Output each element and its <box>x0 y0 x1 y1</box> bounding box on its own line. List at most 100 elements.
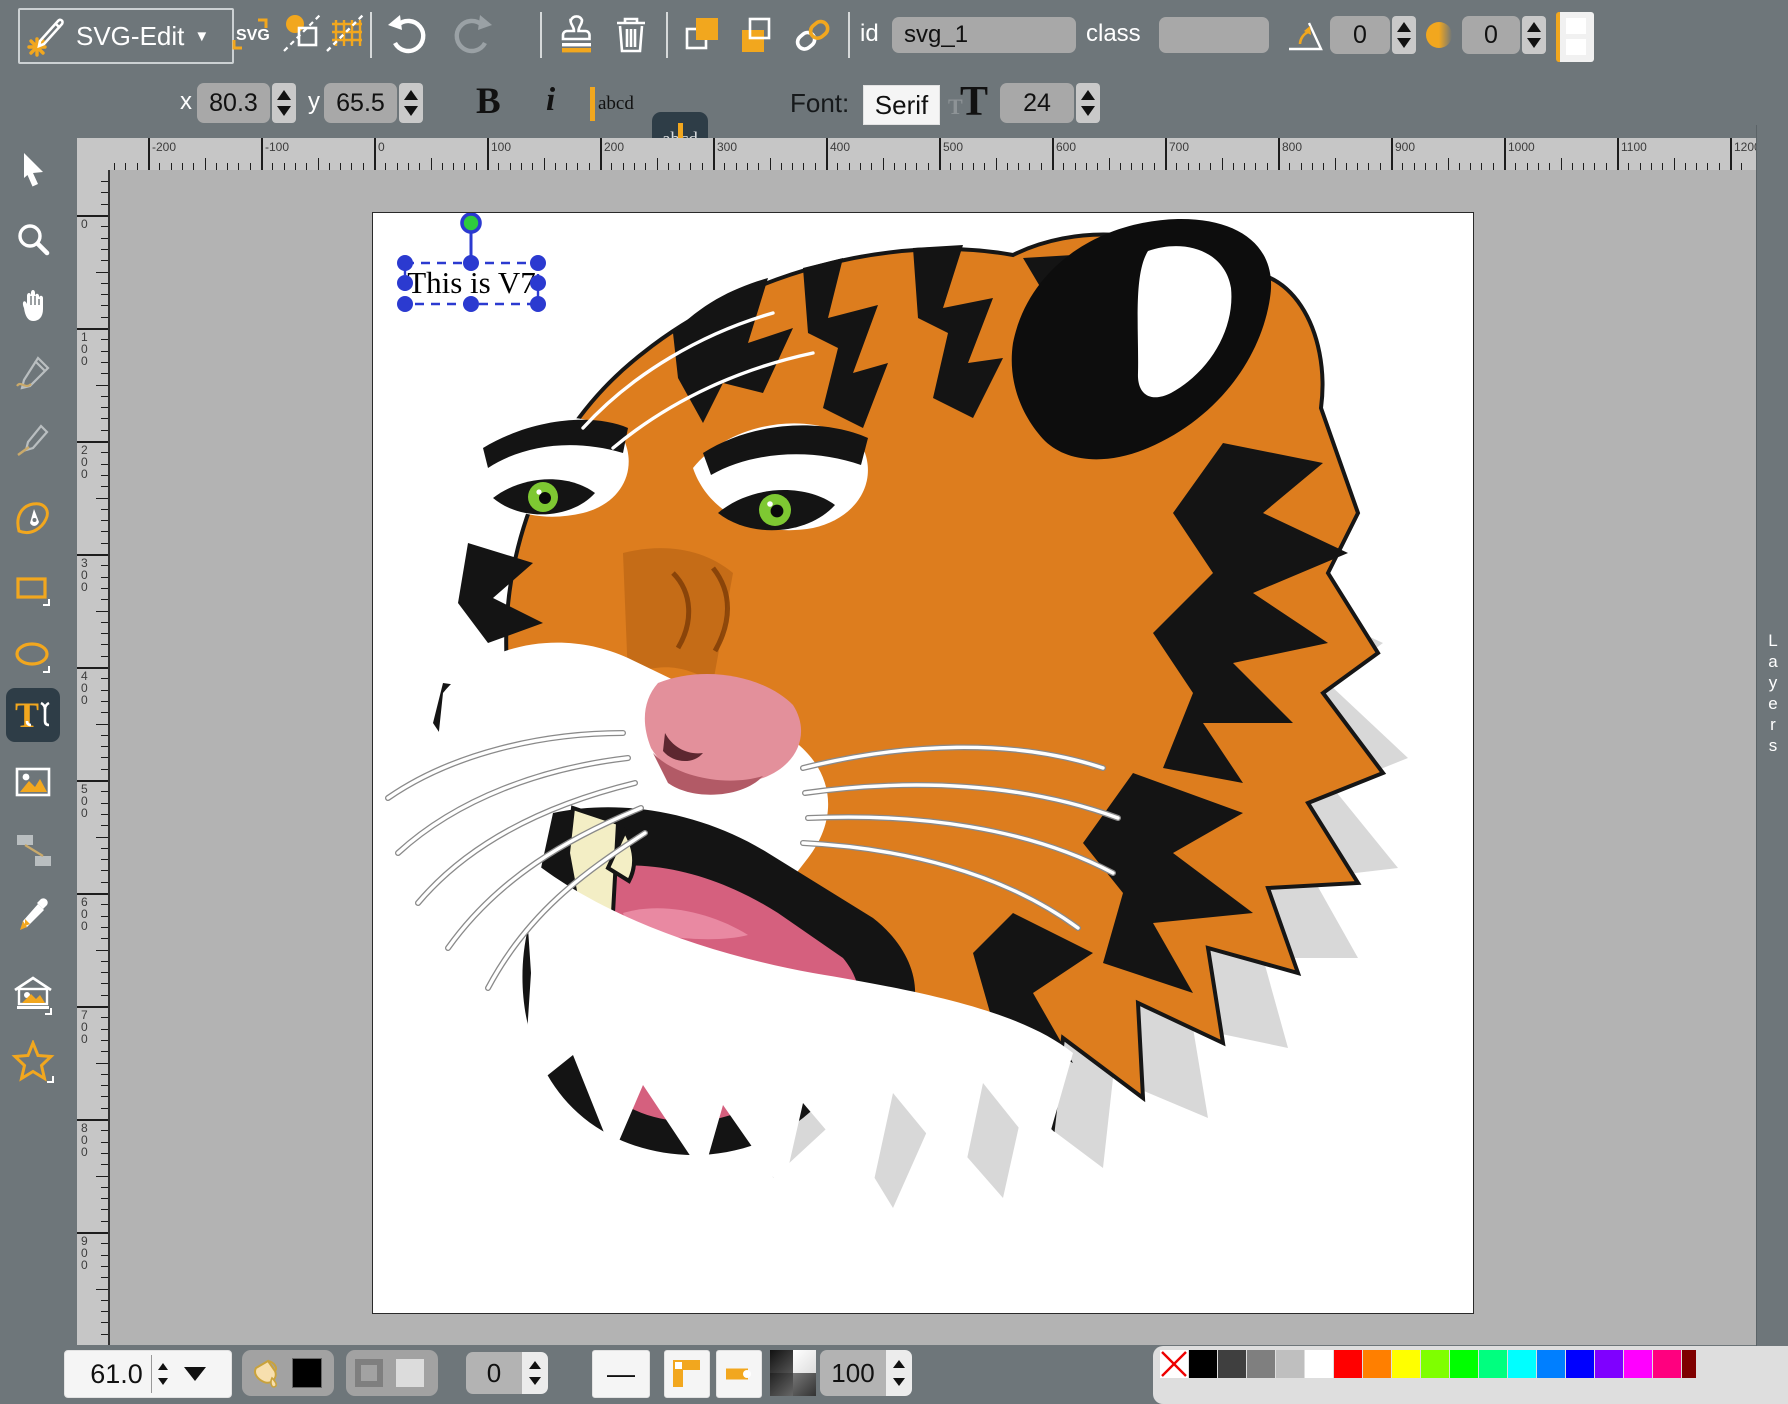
id-label: id <box>860 20 879 48</box>
opacity-spinner[interactable] <box>886 1350 912 1396</box>
palette-swatch[interactable] <box>1450 1350 1478 1378</box>
palette-swatch[interactable] <box>1421 1350 1449 1378</box>
stroke-width-field[interactable]: 0 <box>466 1352 522 1394</box>
palette-swatch[interactable] <box>1508 1350 1536 1378</box>
stroke-color-widget[interactable] <box>346 1350 438 1396</box>
zoom-tool[interactable] <box>11 218 55 262</box>
blur-spinner[interactable] <box>1522 16 1546 54</box>
h-ruler-label: 900 <box>1395 140 1415 154</box>
move-top-icon[interactable] <box>681 13 725 57</box>
h-ruler-label: -100 <box>265 140 289 154</box>
canvas-text-element[interactable]: This is V7 <box>403 265 540 301</box>
grid-icon[interactable] <box>324 10 368 54</box>
toolbar-separator <box>848 12 850 58</box>
redo-icon[interactable] <box>450 13 494 57</box>
shapes-icon[interactable] <box>280 11 324 55</box>
font-size-spinner[interactable] <box>1076 83 1100 123</box>
clone-icon[interactable] <box>554 13 598 57</box>
library-tool[interactable] <box>11 973 55 1017</box>
h-ruler-label: 400 <box>830 140 850 154</box>
zoom-widget[interactable]: 61.0 <box>64 1350 232 1398</box>
linecap-button[interactable] <box>716 1350 762 1398</box>
blur-field[interactable]: 0 <box>1462 16 1520 54</box>
zoom-value: 61.0 <box>90 1359 143 1390</box>
palette-swatch[interactable] <box>1595 1350 1623 1378</box>
move-bottom-icon[interactable] <box>735 13 779 57</box>
x-label: x <box>180 88 192 116</box>
line-tool[interactable] <box>11 418 55 462</box>
linejoin-button[interactable] <box>664 1350 710 1398</box>
fill-color-widget[interactable] <box>242 1350 334 1396</box>
v-ruler-label: 3 0 0 <box>81 557 88 593</box>
path-tool[interactable] <box>11 496 55 540</box>
panel-icon[interactable] <box>1556 12 1594 62</box>
y-spinner[interactable] <box>399 83 423 123</box>
select-tool[interactable] <box>11 148 55 192</box>
palette-swatch[interactable] <box>1218 1350 1246 1378</box>
palette-swatch[interactable] <box>1392 1350 1420 1378</box>
stroke-color-swatch[interactable] <box>396 1359 424 1387</box>
image-tool[interactable] <box>11 760 55 804</box>
stroke-style-dropdown[interactable]: — <box>592 1350 650 1398</box>
paint-can-icon <box>248 1356 282 1390</box>
horizontal-ruler: -200-10001002003004005006007008009001000… <box>108 138 1756 171</box>
y-field[interactable]: 65.5 <box>324 83 397 123</box>
opacity-field[interactable]: 100 <box>820 1350 886 1396</box>
pencil-tool[interactable] <box>11 351 55 395</box>
palette-swatch[interactable] <box>1363 1350 1391 1378</box>
text-anchor-start-button[interactable]: abcd <box>590 86 1788 122</box>
eyedropper-tool[interactable] <box>11 893 55 937</box>
font-family-button[interactable]: Serif <box>863 85 940 125</box>
palette-swatch[interactable] <box>1537 1350 1565 1378</box>
zoom-dropdown-caret[interactable] <box>184 1367 206 1381</box>
stroke-icon <box>354 1358 384 1388</box>
h-ruler-label: -200 <box>152 140 176 154</box>
stroke-width-spinner[interactable] <box>522 1352 548 1394</box>
rect-tool[interactable] <box>11 568 55 612</box>
pan-tool[interactable] <box>11 283 55 327</box>
italic-button[interactable]: i <box>546 82 555 119</box>
text-tool[interactable]: T <box>11 693 55 737</box>
x-field[interactable]: 80.3 <box>197 83 270 123</box>
delete-icon[interactable] <box>609 13 653 57</box>
v-ruler-label: 2 0 0 <box>81 444 88 480</box>
palette-swatch[interactable] <box>1305 1350 1333 1378</box>
layers-panel-tab[interactable]: L a y e r s <box>1756 125 1788 1348</box>
palette-swatch[interactable] <box>1247 1350 1275 1378</box>
h-ruler-label: 600 <box>1056 140 1076 154</box>
main-menu-button[interactable]: SVG-Edit ▼ <box>18 8 234 64</box>
zoom-spinner[interactable] <box>151 1355 174 1393</box>
id-input[interactable] <box>892 17 1076 53</box>
bold-button[interactable]: B <box>476 80 501 123</box>
palette-swatch-none[interactable] <box>1160 1350 1188 1378</box>
connector-tool[interactable] <box>11 828 55 872</box>
angle-field[interactable]: 0 <box>1330 16 1390 54</box>
palette-swatch[interactable] <box>1334 1350 1362 1378</box>
star-tool[interactable] <box>11 1040 55 1084</box>
x-spinner[interactable] <box>272 83 296 123</box>
link-icon[interactable] <box>791 13 835 57</box>
fill-color-swatch[interactable] <box>292 1358 322 1388</box>
palette-swatch[interactable] <box>1189 1350 1217 1378</box>
main-menu-label: SVG-Edit <box>76 21 184 52</box>
palette-swatch[interactable] <box>1682 1350 1696 1378</box>
toolbar-separator <box>666 12 668 58</box>
layers-panel-label: L a y e r s <box>1768 125 1777 756</box>
palette-swatch[interactable] <box>1624 1350 1652 1378</box>
svg-source-icon[interactable]: SVG <box>228 12 272 56</box>
font-size-field[interactable]: 24 <box>1000 83 1074 123</box>
palette-swatch[interactable] <box>1479 1350 1507 1378</box>
palette-swatch[interactable] <box>1276 1350 1304 1378</box>
h-ruler-label: 800 <box>1282 140 1302 154</box>
class-input[interactable] <box>1159 17 1269 53</box>
anchor-start-bar <box>590 87 595 121</box>
palette-swatch[interactable] <box>1566 1350 1594 1378</box>
svg-canvas[interactable]: This is V7 <box>372 212 1474 1314</box>
ellipse-tool[interactable] <box>11 635 55 679</box>
font-label: Font: <box>790 88 849 119</box>
angle-spinner[interactable] <box>1392 16 1416 54</box>
v-ruler-label: 6 0 0 <box>81 896 88 932</box>
h-ruler-label: 200 <box>604 140 624 154</box>
undo-icon[interactable] <box>386 13 430 57</box>
palette-swatch[interactable] <box>1653 1350 1681 1378</box>
